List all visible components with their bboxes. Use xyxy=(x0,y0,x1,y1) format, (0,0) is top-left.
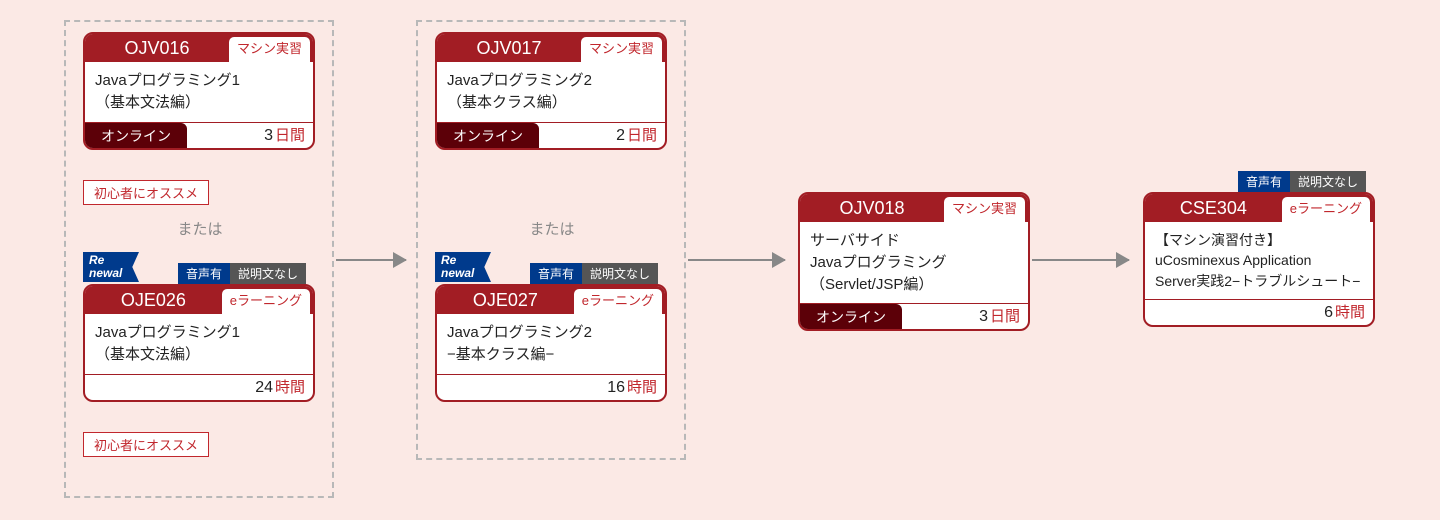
audio-badge: 音声有 説明文なし xyxy=(530,263,658,284)
course-code: CSE304 xyxy=(1145,194,1282,222)
delivery-mode: オンライン xyxy=(437,123,539,148)
title-line: （基本文法編） xyxy=(95,94,200,111)
duration-number: 16 xyxy=(607,375,627,400)
card-header: OJE027 eラーニング xyxy=(437,286,665,314)
arrow-icon xyxy=(688,259,785,261)
course-title: Javaプログラミング1 （基本文法編） xyxy=(85,62,313,122)
duration-number: 2 xyxy=(616,123,627,148)
duration-number: 24 xyxy=(255,375,275,400)
course-code: OJV018 xyxy=(800,194,944,222)
card-footer: オンライン 2 日間 xyxy=(437,122,665,148)
duration-unit: 日間 xyxy=(990,304,1028,329)
title-line: Javaプログラミング2 xyxy=(447,72,592,89)
course-code: OJV016 xyxy=(85,34,229,62)
arrow-icon xyxy=(336,259,406,261)
title-line: Javaプログラミング1 xyxy=(95,324,240,341)
course-title: Javaプログラミング2 −基本クラス編− xyxy=(437,314,665,374)
no-description: 説明文なし xyxy=(582,263,658,284)
audio-yes: 音声有 xyxy=(178,263,230,284)
title-line: Server実践2−トラブルシュート− xyxy=(1155,273,1360,289)
course-code: OJE026 xyxy=(85,286,222,314)
duration-unit: 時間 xyxy=(275,375,313,400)
course-title: 【マシン演習付き】 uCosminexus Application Server… xyxy=(1145,222,1373,299)
card-footer: 24 時間 xyxy=(85,374,313,400)
course-code: OJV017 xyxy=(437,34,581,62)
card-footer: オンライン 3 日間 xyxy=(85,122,313,148)
card-header: CSE304 eラーニング xyxy=(1145,194,1373,222)
beginner-tag: 初心者にオススメ xyxy=(83,180,209,205)
title-line: （基本文法編） xyxy=(95,346,200,363)
duration-unit: 時間 xyxy=(1335,300,1373,325)
course-card-ojv016[interactable]: OJV016 マシン実習 Javaプログラミング1 （基本文法編） オンライン … xyxy=(83,32,315,150)
audio-badge: 音声有 説明文なし xyxy=(178,263,306,284)
title-line: サーバサイド xyxy=(810,232,900,249)
no-description: 説明文なし xyxy=(1290,171,1366,192)
duration-unit: 日間 xyxy=(275,123,313,148)
duration-number: 3 xyxy=(264,123,275,148)
course-card-cse304[interactable]: CSE304 eラーニング 【マシン演習付き】 uCosminexus Appl… xyxy=(1143,192,1375,327)
course-code: OJE027 xyxy=(437,286,574,314)
renewal-badge: Renewal xyxy=(83,252,139,282)
course-type-badge: マシン実習 xyxy=(944,197,1025,222)
course-type-badge: マシン実習 xyxy=(581,37,662,62)
card-footer: オンライン 3 日間 xyxy=(800,303,1028,329)
duration-unit: 時間 xyxy=(627,375,665,400)
delivery-mode: オンライン xyxy=(85,123,187,148)
arrow-icon xyxy=(1032,259,1129,261)
title-line: Javaプログラミング xyxy=(810,254,947,271)
audio-yes: 音声有 xyxy=(530,263,582,284)
title-line: 【マシン演習付き】 xyxy=(1155,232,1281,248)
course-type-badge: eラーニング xyxy=(574,289,662,314)
title-line: （Servlet/JSP編） xyxy=(810,276,933,293)
course-card-oje026[interactable]: OJE026 eラーニング Javaプログラミング1 （基本文法編） 24 時間 xyxy=(83,284,315,402)
audio-yes: 音声有 xyxy=(1238,171,1290,192)
card-header: OJE026 eラーニング xyxy=(85,286,313,314)
course-card-ojv018[interactable]: OJV018 マシン実習 サーバサイド Javaプログラミング （Servlet… xyxy=(798,192,1030,331)
course-type-badge: eラーニング xyxy=(1282,197,1370,222)
course-type-badge: マシン実習 xyxy=(229,37,310,62)
diagram-stage: OJV016 マシン実習 Javaプログラミング1 （基本文法編） オンライン … xyxy=(0,0,1440,520)
card-header: OJV016 マシン実習 xyxy=(85,34,313,62)
card-footer: 16 時間 xyxy=(437,374,665,400)
title-line: （基本クラス編） xyxy=(447,94,567,111)
course-title: Javaプログラミング1 （基本文法編） xyxy=(85,314,313,374)
title-line: Javaプログラミング1 xyxy=(95,72,240,89)
duration-number: 6 xyxy=(1324,300,1335,325)
course-type-badge: eラーニング xyxy=(222,289,310,314)
beginner-tag: 初心者にオススメ xyxy=(83,432,209,457)
course-card-ojv017[interactable]: OJV017 マシン実習 Javaプログラミング2 （基本クラス編） オンライン… xyxy=(435,32,667,150)
card-footer: 6 時間 xyxy=(1145,299,1373,325)
renewal-badge: Renewal xyxy=(435,252,491,282)
audio-badge: 音声有 説明文なし xyxy=(1238,171,1366,192)
card-header: OJV017 マシン実習 xyxy=(437,34,665,62)
title-line: Javaプログラミング2 xyxy=(447,324,592,341)
title-line: −基本クラス編− xyxy=(447,346,554,363)
course-title: Javaプログラミング2 （基本クラス編） xyxy=(437,62,665,122)
delivery-mode: オンライン xyxy=(800,304,902,329)
or-label: または xyxy=(170,218,230,239)
duration-number: 3 xyxy=(979,304,990,329)
or-label: または xyxy=(522,218,582,239)
card-header: OJV018 マシン実習 xyxy=(800,194,1028,222)
course-card-oje027[interactable]: OJE027 eラーニング Javaプログラミング2 −基本クラス編− 16 時… xyxy=(435,284,667,402)
course-title: サーバサイド Javaプログラミング （Servlet/JSP編） xyxy=(800,222,1028,303)
title-line: uCosminexus Application xyxy=(1155,252,1311,268)
no-description: 説明文なし xyxy=(230,263,306,284)
duration-unit: 日間 xyxy=(627,123,665,148)
